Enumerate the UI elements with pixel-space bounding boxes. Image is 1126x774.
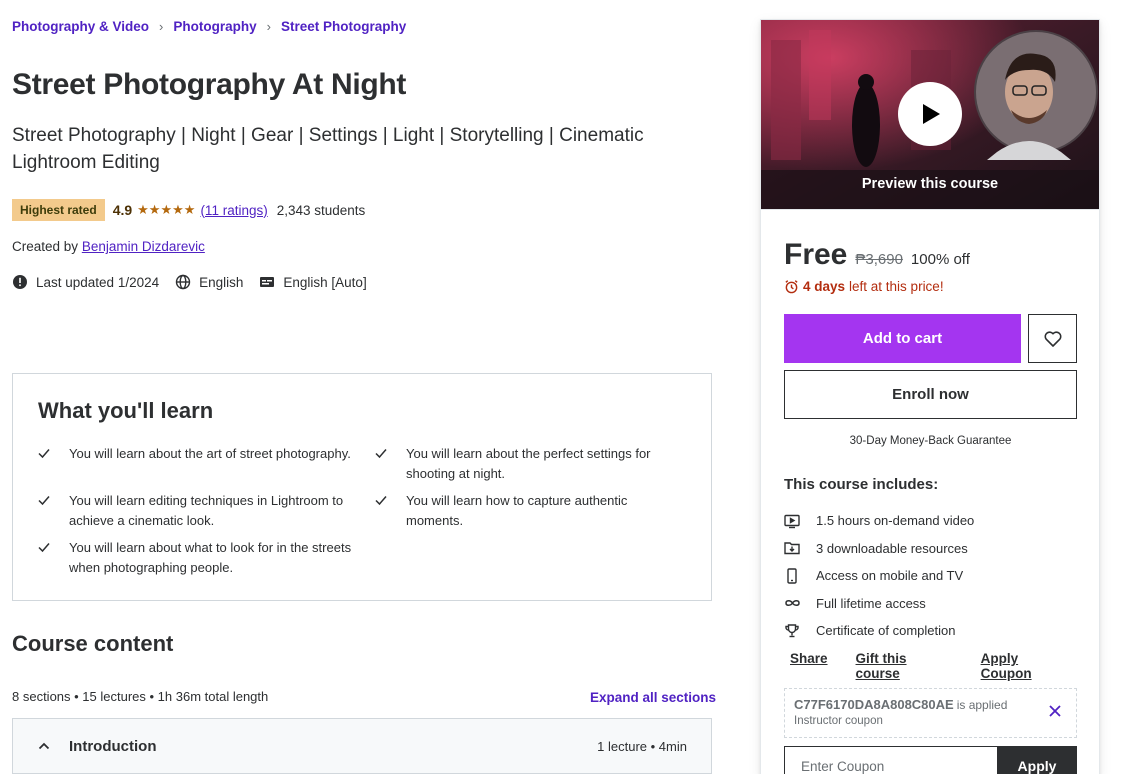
alarm-clock-icon bbox=[785, 280, 798, 294]
star-rating-icon: ★★★★★ bbox=[137, 202, 196, 217]
last-updated: Last updated 1/2024 bbox=[12, 274, 159, 290]
gift-course-link[interactable]: Gift this course bbox=[856, 651, 953, 681]
breadcrumb: Photography & Video › Photography › Stre… bbox=[12, 19, 406, 34]
timer-text: left at this price! bbox=[849, 279, 944, 294]
wishlist-button[interactable] bbox=[1028, 314, 1077, 363]
rating-row: Highest rated 4.9 ★★★★★ (11 ratings) 2,3… bbox=[12, 199, 365, 221]
price-timer: 4 days left at this price! bbox=[784, 279, 944, 294]
language-text: English bbox=[199, 274, 244, 290]
what-youll-learn: What you'll learn You will learn about t… bbox=[12, 373, 712, 601]
current-price: Free bbox=[784, 238, 848, 271]
closed-captions-icon bbox=[260, 277, 275, 287]
money-back-guarantee: 30-Day Money-Back Guarantee bbox=[849, 435, 1012, 447]
created-by: Created by Benjamin Dizdarevic bbox=[12, 239, 205, 254]
coupon-applied-text: is applied bbox=[956, 698, 1008, 712]
heart-icon bbox=[1043, 330, 1062, 347]
highest-rated-badge: Highest rated bbox=[12, 199, 105, 221]
trophy-icon bbox=[784, 623, 816, 639]
learn-item: You will learn about the art of street p… bbox=[37, 444, 374, 483]
learn-heading: What you'll learn bbox=[38, 398, 214, 423]
infinity-icon bbox=[784, 595, 816, 611]
add-to-cart-button[interactable]: Add to cart bbox=[784, 314, 1021, 363]
learn-item: You will learn about what to look for in… bbox=[37, 538, 374, 577]
remove-coupon-close-icon[interactable] bbox=[1048, 704, 1062, 723]
check-icon bbox=[37, 538, 69, 577]
captions: English [Auto] bbox=[259, 274, 367, 290]
chevron-right-icon: › bbox=[159, 19, 164, 34]
course-content-summary: 8 sections • 15 lectures • 1h 36m total … bbox=[12, 689, 269, 704]
coupon-input[interactable] bbox=[784, 746, 997, 774]
captions-text: English [Auto] bbox=[283, 274, 367, 290]
chevron-up-icon bbox=[37, 739, 57, 753]
course-content-heading: Course content bbox=[12, 631, 174, 656]
learn-item: You will learn editing techniques in Lig… bbox=[37, 491, 374, 530]
purchase-sidebar: Preview this course Free ₱3,690 100% off… bbox=[760, 19, 1100, 774]
course-title: Street Photography At Night bbox=[12, 68, 407, 101]
breadcrumb-item-street-photography[interactable]: Street Photography bbox=[281, 19, 406, 34]
last-updated-text: Last updated 1/2024 bbox=[36, 274, 160, 290]
includes-heading: This course includes: bbox=[784, 476, 939, 493]
instructor-link[interactable]: Benjamin Dizdarevic bbox=[82, 239, 205, 254]
play-button[interactable] bbox=[898, 82, 962, 146]
course-meta: Last updated 1/2024 English English [Aut… bbox=[12, 274, 383, 290]
preview-label: Preview this course bbox=[861, 176, 999, 192]
chevron-right-icon: › bbox=[266, 19, 271, 34]
price-row: Free ₱3,690 100% off bbox=[784, 238, 970, 272]
breadcrumb-item-photography[interactable]: Photography bbox=[173, 19, 256, 34]
expand-all-sections-button[interactable]: Expand all sections bbox=[590, 690, 716, 705]
check-icon bbox=[37, 444, 69, 483]
section-title: Introduction bbox=[69, 737, 157, 755]
applied-coupon: C77F6170DA8A808C80AE is applied Instructo… bbox=[784, 688, 1077, 738]
coupon-code: C77F6170DA8A808C80AE bbox=[794, 697, 954, 712]
created-by-label: Created by bbox=[12, 239, 79, 254]
learn-item: You will learn how to capture authentic … bbox=[374, 491, 674, 530]
apply-coupon-link[interactable]: Apply Coupon bbox=[981, 651, 1071, 681]
breadcrumb-item-photography-video[interactable]: Photography & Video bbox=[12, 19, 149, 34]
learn-item: You will learn about the perfect setting… bbox=[374, 444, 674, 483]
folder-download-icon bbox=[784, 540, 816, 556]
includes-list: 1.5 hours on-demand video 3 downloadable… bbox=[784, 507, 974, 645]
globe-icon bbox=[175, 274, 191, 290]
course-preview[interactable]: Preview this course bbox=[761, 20, 1099, 210]
includes-item: 1.5 hours on-demand video bbox=[784, 507, 974, 535]
sidebar-actions: Share Gift this course Apply Coupon bbox=[790, 651, 1099, 681]
check-icon bbox=[374, 444, 406, 483]
timer-days: 4 days bbox=[803, 279, 846, 294]
share-link[interactable]: Share bbox=[790, 651, 828, 681]
students-count: 2,343 students bbox=[276, 202, 366, 218]
includes-item: Access on mobile and TV bbox=[784, 562, 974, 590]
includes-item: Full lifetime access bbox=[784, 590, 974, 618]
apply-coupon-button[interactable]: Apply bbox=[997, 746, 1077, 774]
language: English bbox=[175, 274, 243, 290]
mobile-icon bbox=[784, 568, 816, 584]
coupon-type: Instructor coupon bbox=[794, 715, 883, 727]
video-icon bbox=[784, 513, 816, 529]
original-price: ₱3,690 bbox=[855, 251, 903, 268]
includes-item: 3 downloadable resources bbox=[784, 535, 974, 563]
course-subtitle: Street Photography | Night | Gear | Sett… bbox=[12, 125, 644, 173]
section-meta: 1 lecture • 4min bbox=[597, 738, 687, 754]
rating-value: 4.9 bbox=[112, 202, 133, 218]
learn-list: You will learn about the art of street p… bbox=[37, 444, 687, 577]
play-icon bbox=[923, 104, 940, 124]
check-icon bbox=[37, 491, 69, 530]
alert-badge-icon bbox=[13, 275, 27, 289]
enroll-now-button[interactable]: Enroll now bbox=[784, 370, 1077, 419]
coupon-code-line: C77F6170DA8A808C80AE is applied bbox=[794, 697, 1067, 712]
discount-percent: 100% off bbox=[910, 251, 970, 268]
includes-item: Certificate of completion bbox=[784, 617, 974, 645]
check-icon bbox=[374, 491, 406, 530]
ratings-count-link[interactable]: (11 ratings) bbox=[200, 203, 267, 218]
section-header-introduction[interactable]: Introduction 1 lecture • 4min bbox=[12, 718, 712, 774]
